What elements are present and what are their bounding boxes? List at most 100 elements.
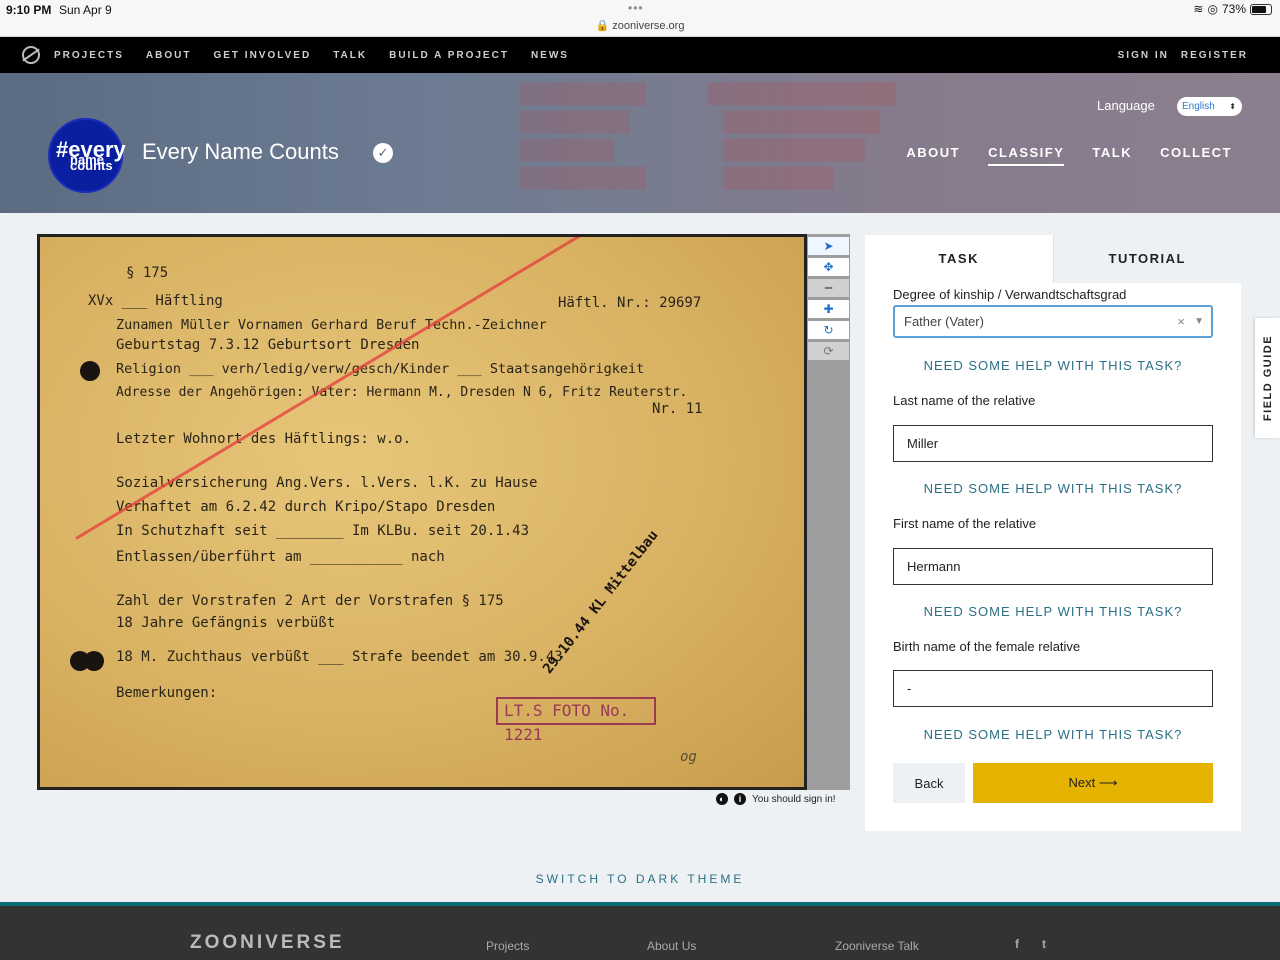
signin-text[interactable]: You should sign in! xyxy=(752,794,836,805)
footer-link-about-us[interactable]: About Us xyxy=(647,939,696,953)
footer-logo[interactable]: ZOONIVERSE xyxy=(190,932,345,954)
battery-percent: 73% xyxy=(1221,2,1246,16)
last-name-label: Last name of the relative xyxy=(893,393,1036,408)
top-navbar: PROJECTS ABOUT GET INVOLVED TALK BUILD A… xyxy=(0,37,1280,73)
nav-talk[interactable]: TALK xyxy=(333,50,367,61)
birth-name-label: Birth name of the female relative xyxy=(893,639,1081,654)
project-title[interactable]: Every Name Counts xyxy=(142,139,339,165)
tab-tutorial[interactable]: TUTORIAL xyxy=(1052,235,1241,283)
subject-card-image: § 175 XVx ___ Häftling Häftl. Nr.: 29697… xyxy=(40,237,804,787)
project-avatar[interactable]: #every name counts xyxy=(48,118,126,193)
sign-in-link[interactable]: SIGN IN xyxy=(1118,50,1169,61)
diagonal-stamp: 29.10.44 KL Mittelbau xyxy=(540,527,662,677)
nav-projects[interactable]: PROJECTS xyxy=(54,50,124,61)
card-text: Häftl. Nr.: 29697 xyxy=(558,295,702,311)
last-name-input[interactable] xyxy=(893,425,1213,462)
help-link-birth-name[interactable]: NEED SOME HELP WITH THIS TASK? xyxy=(893,727,1213,742)
next-button[interactable]: Next ⟶ xyxy=(973,763,1213,803)
card-text: In Schutzhaft seit ________ Im KLBu. sei… xyxy=(116,523,530,539)
tab-task[interactable]: TASK xyxy=(865,235,1053,283)
card-text: og xyxy=(680,749,697,765)
card-text: Entlassen/überführt am ___________ nach xyxy=(116,549,445,565)
status-icons: ≋ ◎ 73% xyxy=(1193,2,1272,16)
card-text: Nr. 11 xyxy=(652,401,703,417)
orientation-lock-icon: ◎ xyxy=(1207,2,1218,16)
project-nav-about[interactable]: ABOUT xyxy=(906,145,960,166)
project-nav-classify[interactable]: CLASSIFY xyxy=(988,145,1065,166)
card-text: Bemerkungen: xyxy=(116,685,218,701)
punch-hole xyxy=(80,361,100,381)
first-name-label: First name of the relative xyxy=(893,516,1037,531)
field-guide-tab[interactable]: FIELD GUIDE xyxy=(1255,318,1280,438)
header-background-art: ▆▆▆▆▆▆▆▆ ▆▆▆▆▆▆▆▆▆▆▆▆ ▆▆▆▆▆▆▆ ▆▆▆▆▆▆▆▆▆▆… xyxy=(520,76,896,190)
nav-build-a-project[interactable]: BUILD A PROJECT xyxy=(389,50,509,61)
info-icon[interactable]: i xyxy=(734,793,746,805)
card-text: Religion ___ verh/ledig/verw/gesch/Kinde… xyxy=(116,361,645,377)
language-select[interactable]: English ⬍ xyxy=(1177,97,1242,116)
foto-stamp: LT.S FOTO No. 1221 xyxy=(496,697,656,744)
status-bar: 9:10 PM Sun Apr 9 ••• 🔒 zooniverse.org ≋… xyxy=(0,0,1280,37)
card-text: Letzter Wohnort des Häftlings: w.o. xyxy=(116,431,412,447)
project-nav-talk[interactable]: TALK xyxy=(1092,145,1132,166)
viewer-toolbar: ➤ ✥ ━ ✚ ↻ ⟳ xyxy=(807,234,850,790)
first-name-input[interactable] xyxy=(893,548,1213,585)
degree-value: Father (Vater) xyxy=(904,314,984,329)
move-icon[interactable]: ✥ xyxy=(808,258,849,276)
card-text: Zunamen Müller Vornamen Gerhard Beruf Te… xyxy=(116,317,547,333)
project-header: ▆▆▆▆▆▆▆▆ ▆▆▆▆▆▆▆▆▆▆▆▆ ▆▆▆▆▆▆▆ ▆▆▆▆▆▆▆▆▆▆… xyxy=(0,73,1280,213)
pointer-icon[interactable]: ➤ xyxy=(808,237,849,255)
help-link-first-name[interactable]: NEED SOME HELP WITH THIS TASK? xyxy=(893,604,1213,619)
card-text: 18 Jahre Gefängnis verbüßt xyxy=(116,615,336,631)
nav-get-involved[interactable]: GET INVOLVED xyxy=(213,50,311,61)
field-guide-label: FIELD GUIDE xyxy=(1261,334,1274,422)
card-text: § 175 xyxy=(126,265,169,281)
battery-icon xyxy=(1250,3,1272,15)
card-text: Zahl der Vorstrafen 2 Art der Vorstrafen… xyxy=(116,593,504,609)
nav-about[interactable]: ABOUT xyxy=(146,50,192,61)
language-value: English xyxy=(1182,101,1215,112)
url-text: zooniverse.org xyxy=(612,20,685,32)
language-label: Language xyxy=(1097,98,1155,113)
card-text: XVx ___ Häftling xyxy=(88,293,223,309)
facebook-icon[interactable]: f xyxy=(1015,937,1019,951)
url-bar[interactable]: 🔒 zooniverse.org xyxy=(0,19,1280,32)
rotate-icon[interactable]: ↻ xyxy=(808,321,849,339)
card-text: 18 M. Zuchthaus verbüßt ___ Strafe beend… xyxy=(116,649,563,665)
task-tabs: TASK TUTORIAL xyxy=(865,235,1241,283)
task-panel: TASK TUTORIAL Degree of kinship / Verwan… xyxy=(865,235,1241,831)
more-dots-icon[interactable]: ••• xyxy=(628,1,644,15)
help-link-last-name[interactable]: NEED SOME HELP WITH THIS TASK? xyxy=(893,481,1213,496)
register-link[interactable]: REGISTER xyxy=(1181,50,1248,61)
project-nav-collect[interactable]: COLLECT xyxy=(1160,145,1232,166)
chevron-down-icon[interactable]: ▼ xyxy=(1194,307,1204,336)
card-text: Adresse der Angehörigen: Vater: Hermann … xyxy=(116,385,688,400)
contrast-icon[interactable]: ◐ xyxy=(716,793,728,805)
clear-icon[interactable]: × xyxy=(1177,307,1185,336)
punch-hole xyxy=(84,651,104,671)
verified-check-icon: ✓ xyxy=(373,143,393,163)
back-button[interactable]: Back xyxy=(893,763,965,803)
project-nav: ABOUT CLASSIFY TALK COLLECT xyxy=(906,145,1232,166)
wifi-icon: ≋ xyxy=(1193,2,1204,16)
help-link-degree[interactable]: NEED SOME HELP WITH THIS TASK? xyxy=(893,358,1213,373)
footer-link-talk[interactable]: Zooniverse Talk xyxy=(835,939,919,953)
birth-name-input[interactable] xyxy=(893,670,1213,707)
avatar-line-3: counts xyxy=(70,157,113,173)
status-date: Sun Apr 9 xyxy=(59,3,112,17)
chevron-updown-icon: ⬍ xyxy=(1229,102,1236,111)
degree-label: Degree of kinship / Verwandtschaftsgrad xyxy=(893,287,1127,302)
nav-news[interactable]: NEWS xyxy=(531,50,569,61)
zoom-out-icon[interactable]: ━ xyxy=(808,279,849,297)
card-text: Verhaftet am 6.2.42 durch Kripo/Stapo Dr… xyxy=(116,499,496,515)
zooniverse-logo-icon[interactable] xyxy=(22,46,40,64)
switch-dark-theme-link[interactable]: SWITCH TO DARK THEME xyxy=(0,872,1280,886)
reset-icon[interactable]: ⟳ xyxy=(808,342,849,360)
degree-select[interactable]: Father (Vater) × ▼ xyxy=(893,305,1213,338)
twitter-icon[interactable]: t xyxy=(1042,937,1046,951)
footer: ZOONIVERSE Projects About Us Zooniverse … xyxy=(0,902,1280,960)
footer-link-projects[interactable]: Projects xyxy=(486,939,529,953)
signin-note: ◐ i You should sign in! xyxy=(716,793,836,805)
subject-viewer[interactable]: § 175 XVx ___ Häftling Häftl. Nr.: 29697… xyxy=(37,234,807,790)
status-time: 9:10 PM xyxy=(6,3,52,17)
zoom-in-icon[interactable]: ✚ xyxy=(808,300,849,318)
